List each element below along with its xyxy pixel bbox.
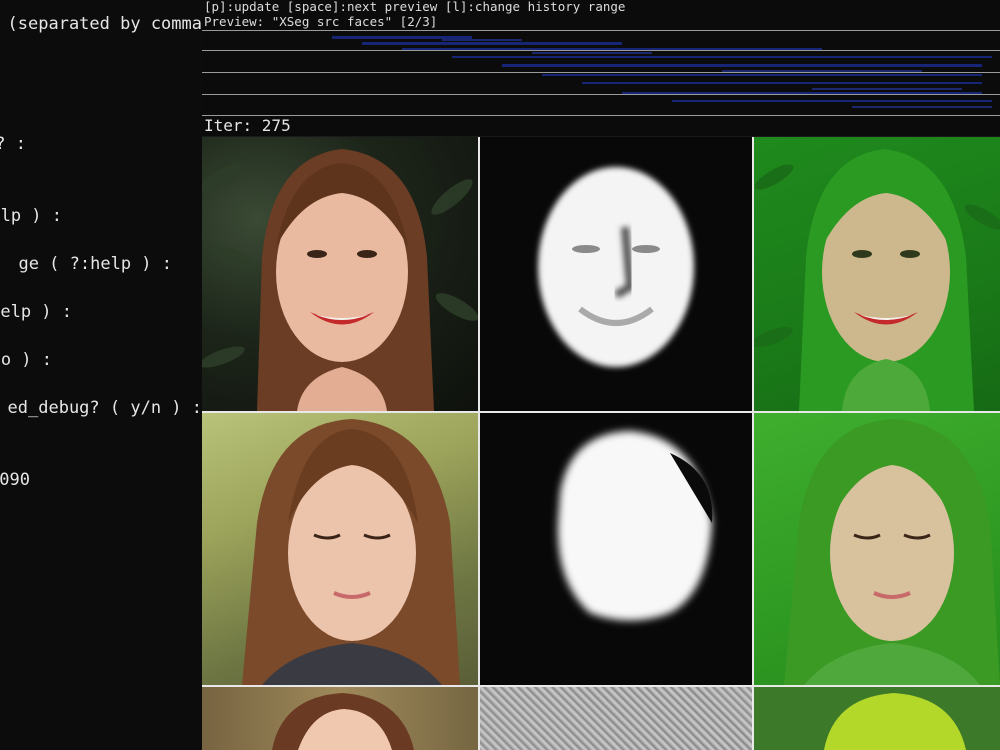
mask-overlay-image [784,419,1000,685]
grid-divider [202,411,1000,413]
preview-window: [p]:update [space]:next preview [l]:chan… [202,0,1000,750]
source-face-image [242,419,460,685]
graph-gridline [202,115,1000,116]
preview-label: Preview: "XSeg src faces" [2/3] [204,14,438,29]
graph-gridline [202,94,1000,95]
mask-overlay-image [754,149,1000,411]
grid-divider [752,137,754,750]
mask-overlay-tile [754,687,1000,750]
mask-overlay-tile [754,137,1000,411]
source-face-tile [202,137,478,411]
console-window: (separated by comma ? : lp ) : ge ( ?:he… [0,0,202,750]
console-line: lp ) : [0,206,62,226]
grid-divider [202,685,1000,687]
console-line: ? : [0,134,26,154]
graph-gridline [202,30,1000,31]
predicted-mask-tile [480,687,752,750]
mask-overlay-image [824,693,966,750]
source-face-image [202,149,478,411]
source-face-tile [202,413,478,685]
predicted-mask-tile [480,137,752,411]
loss-history-plot [332,36,992,108]
loss-history-graph[interactable] [202,30,1000,116]
console-line: ed_debug? ( y/n ) : [7,398,202,418]
preview-header: [p]:update [space]:next preview [l]:chan… [202,0,1000,136]
console-line: ge ( ?:help ) : [18,254,172,274]
grid-divider [478,137,480,750]
graph-gridline [202,72,1000,73]
predicted-mask-image [557,431,713,621]
iteration-counter: Iter: 275 [204,116,291,135]
source-face-image [202,687,478,750]
mask-overlay-tile [754,413,1000,685]
predicted-mask-image [538,167,694,367]
source-face-tile [202,687,478,750]
console-line: elp ) : [0,302,72,322]
console-line: o ) : [0,350,52,370]
help-line: [p]:update [space]:next preview [l]:chan… [204,0,626,14]
console-line: 090 [0,470,30,490]
graph-gridline [202,50,1000,51]
console-line: (separated by comma [7,14,202,34]
predicted-mask-tile [480,413,752,685]
